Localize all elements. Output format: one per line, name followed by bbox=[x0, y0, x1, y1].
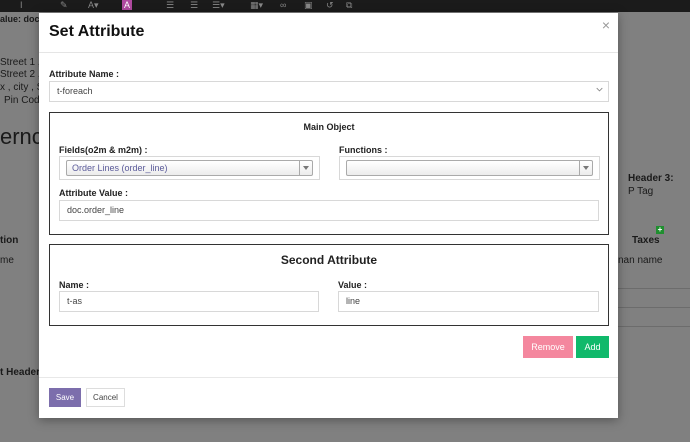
dialog-title: Set Attribute bbox=[49, 23, 145, 40]
value-value: line bbox=[346, 296, 361, 306]
bg-divider bbox=[618, 307, 690, 308]
fields-label: Fields(o2m & m2m) : bbox=[59, 145, 148, 155]
code-icon: ⧉ bbox=[346, 0, 353, 10]
attribute-value-label: Attribute Value : bbox=[59, 188, 129, 198]
attribute-name-value: t-foreach bbox=[57, 86, 93, 96]
bg-row-cell: me bbox=[0, 255, 14, 266]
italic-icon: I bbox=[20, 0, 23, 10]
bg-header3-label: Header 3: bbox=[628, 173, 674, 184]
value-label: Value : bbox=[338, 280, 368, 290]
name-label: Name : bbox=[59, 280, 90, 290]
attribute-name-label: Attribute Name : bbox=[49, 69, 120, 79]
remove-button[interactable]: Remove bbox=[523, 336, 573, 358]
add-button[interactable]: Add bbox=[576, 336, 609, 358]
image-icon: ▣ bbox=[304, 0, 313, 10]
chevron-down-icon bbox=[596, 87, 603, 92]
attribute-value-input[interactable]: doc.order_line bbox=[59, 200, 599, 221]
main-object-section: Main Object Fields(o2m & m2m) : Order Li… bbox=[49, 112, 609, 235]
bg-taxes-header: Taxes bbox=[632, 235, 660, 246]
bg-line: Street 1 , bbox=[0, 57, 41, 68]
undo-icon: ↺ bbox=[326, 0, 334, 10]
second-attribute-title: Second Attribute bbox=[280, 253, 378, 267]
bg-divider bbox=[618, 326, 690, 327]
close-icon[interactable]: × bbox=[602, 17, 610, 33]
align-icon: ☰▾ bbox=[212, 0, 225, 10]
fields-select-control[interactable]: Order Lines (order_line) bbox=[66, 160, 313, 176]
link-icon: ∞ bbox=[280, 0, 287, 10]
attribute-value-text: doc.order_line bbox=[67, 205, 125, 215]
bg-value-label: alue: doc bbox=[0, 14, 40, 24]
name-value: t-as bbox=[67, 296, 83, 306]
list-icon: ☰ bbox=[166, 0, 175, 10]
functions-select[interactable] bbox=[339, 156, 600, 180]
dialog-header: Set Attribute × bbox=[39, 13, 618, 53]
fields-select[interactable]: Order Lines (order_line) bbox=[59, 156, 320, 180]
attribute-name-select[interactable]: t-foreach bbox=[49, 81, 609, 102]
select-arrow-icon bbox=[579, 161, 592, 175]
bg-line: Street 2 , bbox=[0, 69, 41, 80]
name-input[interactable]: t-as bbox=[59, 291, 319, 312]
editor-toolbar: I ✎ A▾ A ☰ ☰ ☰▾ ▦▾ ∞ ▣ ↺ ⧉ bbox=[0, 0, 690, 12]
text-color-icon: A bbox=[122, 0, 133, 10]
ordered-list-icon: ☰ bbox=[190, 0, 199, 10]
second-attribute-section: Second Attribute Name : t-as Value : lin… bbox=[49, 244, 609, 326]
cancel-button[interactable]: Cancel bbox=[86, 388, 125, 407]
bg-row-cell: nan name bbox=[618, 255, 663, 266]
font-size-icon: A▾ bbox=[88, 0, 99, 10]
bg-header3-value: P Tag bbox=[628, 186, 654, 197]
functions-select-control[interactable] bbox=[346, 160, 593, 176]
functions-label: Functions : bbox=[339, 145, 388, 155]
bg-column-header: tion bbox=[0, 235, 19, 246]
brush-icon: ✎ bbox=[60, 0, 68, 10]
select-arrow-icon bbox=[299, 161, 312, 175]
set-attribute-dialog: Set Attribute × Attribute Name : t-forea… bbox=[39, 13, 618, 418]
value-input[interactable]: line bbox=[338, 291, 599, 312]
dialog-footer-divider bbox=[39, 377, 618, 378]
bg-bottom-label: t Header: bbox=[0, 367, 44, 378]
main-object-title: Main Object bbox=[303, 122, 355, 132]
add-column-icon: + bbox=[656, 225, 664, 234]
save-button[interactable]: Save bbox=[49, 388, 81, 407]
table-icon: ▦▾ bbox=[250, 0, 264, 10]
fields-select-value: Order Lines (order_line) bbox=[72, 163, 168, 173]
bg-divider bbox=[618, 288, 690, 289]
